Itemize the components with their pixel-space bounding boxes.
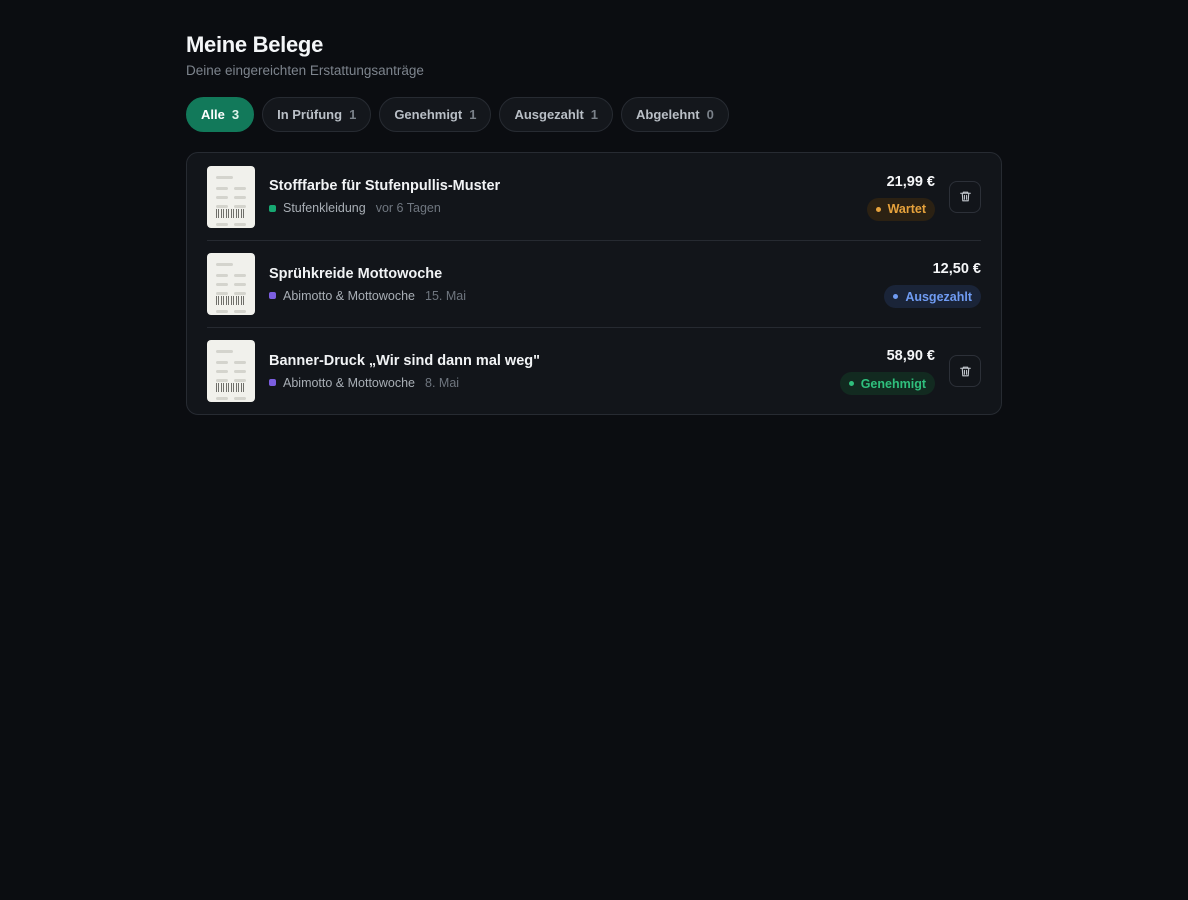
status-filter-bar: Alle 3 In Prüfung 1 Genehmigt 1 Ausgezah… xyxy=(186,97,1002,132)
filter-chip-ausgezahlt[interactable]: Ausgezahlt 1 xyxy=(499,97,614,132)
receipt-category: Abimotto & Mottowoche xyxy=(283,375,416,390)
receipt-row[interactable]: Banner-Druck „Wir sind dann mal weg" Abi… xyxy=(207,327,981,414)
receipt-title: Sprühkreide Mottowoche xyxy=(269,265,443,282)
filter-count: 0 xyxy=(706,107,714,122)
filter-count: 1 xyxy=(590,107,599,122)
receipt-category: Stufenkleidung xyxy=(283,201,366,215)
trash-icon xyxy=(959,366,971,376)
category-color-dot xyxy=(269,379,276,386)
receipt-title: Banner-Druck „Wir sind dann mal weg" xyxy=(269,352,541,369)
page-title: Meine Belege xyxy=(186,32,324,57)
filter-label: Genehmigt xyxy=(394,107,463,122)
filter-label: In Prüfung xyxy=(277,107,343,122)
receipt-amount-status: 12,50 € Ausgezahlt xyxy=(884,260,981,308)
receipt-amount: 12,50 € xyxy=(932,261,981,277)
filter-label: Abgelehnt xyxy=(636,107,700,122)
receipt-category: Abimotto & Mottowoche xyxy=(283,288,416,303)
filter-count: 1 xyxy=(469,107,477,122)
filter-label: Alle xyxy=(201,107,225,122)
category-color-dot xyxy=(269,292,276,299)
page-subtitle: Deine eingereichten Erstattungsanträge xyxy=(186,63,424,78)
receipt-amount-status: 58,90 € Genehmigt xyxy=(839,347,935,395)
receipt-meta: Abimotto & Mottowoche 15. Mai xyxy=(269,288,884,304)
receipt-title: Stofffarbe für Stufenpullis-Muster xyxy=(269,178,501,194)
status-label: Genehmigt xyxy=(860,376,926,391)
filter-chip-alle[interactable]: Alle 3 xyxy=(186,97,255,132)
status-badge: Ausgezahlt xyxy=(884,285,981,308)
receipt-thumbnail-icon xyxy=(207,253,255,315)
receipt-amount: 21,99 € xyxy=(886,173,935,190)
receipt-list: Stofffarbe für Stufenpullis-Muster Stufe… xyxy=(186,152,1002,415)
receipt-thumbnail-icon xyxy=(207,165,255,228)
trash-icon xyxy=(959,191,971,202)
filter-count: 3 xyxy=(231,107,240,122)
filter-chip-abgelehnt[interactable]: Abgelehnt 0 xyxy=(621,97,729,132)
receipt-date: 15. Mai xyxy=(425,288,467,303)
delete-button[interactable] xyxy=(949,180,981,213)
status-dot xyxy=(848,381,854,386)
status-label: Wartet xyxy=(887,202,926,216)
status-label: Ausgezahlt xyxy=(905,289,972,304)
status-dot xyxy=(875,206,881,212)
receipt-row[interactable]: Stofffarbe für Stufenpullis-Muster Stufe… xyxy=(207,153,981,240)
receipt-meta: Abimotto & Mottowoche 8. Mai xyxy=(269,375,840,391)
receipt-thumbnail-icon xyxy=(207,340,255,402)
delete-button[interactable] xyxy=(949,355,981,387)
receipt-meta: Stufenkleidung vor 6 Tagen xyxy=(269,200,867,216)
filter-chip-in-pruefung[interactable]: In Prüfung 1 xyxy=(262,97,372,132)
receipt-amount-status: 21,99 € Wartet xyxy=(866,173,935,221)
receipt-info: Banner-Druck „Wir sind dann mal weg" Abi… xyxy=(269,352,840,391)
filter-chip-genehmigt[interactable]: Genehmigt 1 xyxy=(379,97,492,132)
receipts-page: Meine Belege Deine eingereichten Erstatt… xyxy=(186,32,1002,415)
filter-count: 1 xyxy=(349,107,357,122)
status-badge: Wartet xyxy=(866,197,935,221)
receipt-date: vor 6 Tagen xyxy=(375,201,441,215)
receipt-info: Sprühkreide Mottowoche Abimotto & Mottow… xyxy=(269,265,884,304)
status-badge: Genehmigt xyxy=(839,372,935,395)
receipt-info: Stofffarbe für Stufenpullis-Muster Stufe… xyxy=(269,177,867,216)
receipt-date: 8. Mai xyxy=(425,375,460,390)
receipt-amount: 58,90 € xyxy=(886,348,935,364)
category-color-dot xyxy=(269,204,276,212)
status-dot xyxy=(893,294,899,299)
filter-label: Ausgezahlt xyxy=(514,107,584,122)
receipt-row[interactable]: Sprühkreide Mottowoche Abimotto & Mottow… xyxy=(207,240,981,327)
